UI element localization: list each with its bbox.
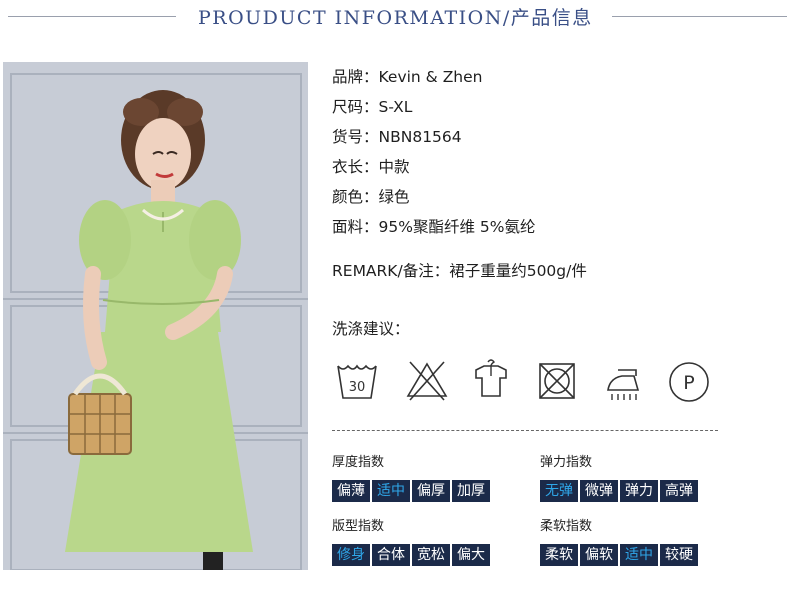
elasticity-options: 无弹 微弹 弹力 高弹 [540,480,698,502]
elasticity-index: 弹力指数 无弹 微弹 弹力 高弹 [540,454,698,502]
elasticity-index-label: 弹力指数 [540,455,593,470]
fit-option: 偏大 [452,544,490,566]
section-header: PROUDUCT INFORMATION/产品信息 [0,0,790,34]
elasticity-option: 高弹 [660,480,698,502]
thickness-index: 厚度指数 偏薄 适中 偏厚 加厚 [332,454,490,502]
info-row-fabric: 面料：95%聚酯纤维 5%氨纶 [332,218,536,236]
wash-instructions-title: 洗涤建议： [332,320,410,338]
thickness-option: 加厚 [452,480,490,502]
fit-options: 修身 合体 宽松 偏大 [332,544,490,566]
remark-label: REMARK/备注： [332,262,450,280]
softness-options: 柔软 偏软 适中 较硬 [540,544,698,566]
softness-option: 偏软 [580,544,618,566]
fit-option-selected: 修身 [332,544,370,566]
softness-option-selected: 适中 [620,544,658,566]
elasticity-option: 弹力 [620,480,658,502]
section-title: PROUDUCT INFORMATION/产品信息 [198,7,593,29]
wash-temp-label: 30 [349,380,366,395]
info-row-sku: 货号：NBN81564 [332,128,462,146]
fabric-value: 95%聚酯纤维 5%氨纶 [378,218,536,236]
no-tumble-dry-icon [534,356,580,404]
info-row-color: 颜色：绿色 [332,188,410,206]
product-photo [3,62,308,570]
size-value: S-XL [378,98,413,116]
thickness-option: 偏薄 [332,480,370,502]
fit-index: 版型指数 修身 合体 宽松 偏大 [332,518,490,566]
fit-index-label: 版型指数 [332,519,385,534]
wash-30-icon: 30 [334,356,380,404]
no-bleach-icon [404,356,450,404]
softness-option: 柔软 [540,544,578,566]
length-value: 中款 [378,158,410,176]
thickness-index-label: 厚度指数 [332,455,385,470]
softness-index: 柔软指数 柔软 偏软 适中 较硬 [540,518,698,566]
info-row-brand: 品牌：Kevin & Zhen [332,68,483,86]
info-row-size: 尺码：S-XL [332,98,413,116]
fit-option: 宽松 [412,544,450,566]
header-divider-left [8,16,176,17]
thickness-options: 偏薄 适中 偏厚 加厚 [332,480,490,502]
product-info-list: 品牌：Kevin & Zhen 尺码：S-XL 货号：NBN81564 衣长：中… [332,62,535,242]
fit-option: 合体 [372,544,410,566]
dashed-divider [332,430,718,431]
elasticity-option-selected: 无弹 [540,480,578,502]
softness-index-label: 柔软指数 [540,519,593,534]
softness-option: 较硬 [660,544,698,566]
dry-clean-p-icon: P [666,356,712,404]
color-value: 绿色 [378,188,410,206]
sku-value: NBN81564 [378,128,462,146]
remark-value: 裙子重量约500g/件 [449,262,587,280]
header-divider-right [612,16,787,17]
hang-dry-icon [468,356,514,404]
dry-clean-letter: P [683,372,694,394]
thickness-option-selected: 适中 [372,480,410,502]
remark-row: REMARK/备注：裙子重量约500g/件 [332,256,587,286]
iron-icon [600,356,646,404]
elasticity-option: 微弹 [580,480,618,502]
info-row-length: 衣长：中款 [332,158,410,176]
thickness-option: 偏厚 [412,480,450,502]
brand-value: Kevin & Zhen [378,68,483,86]
